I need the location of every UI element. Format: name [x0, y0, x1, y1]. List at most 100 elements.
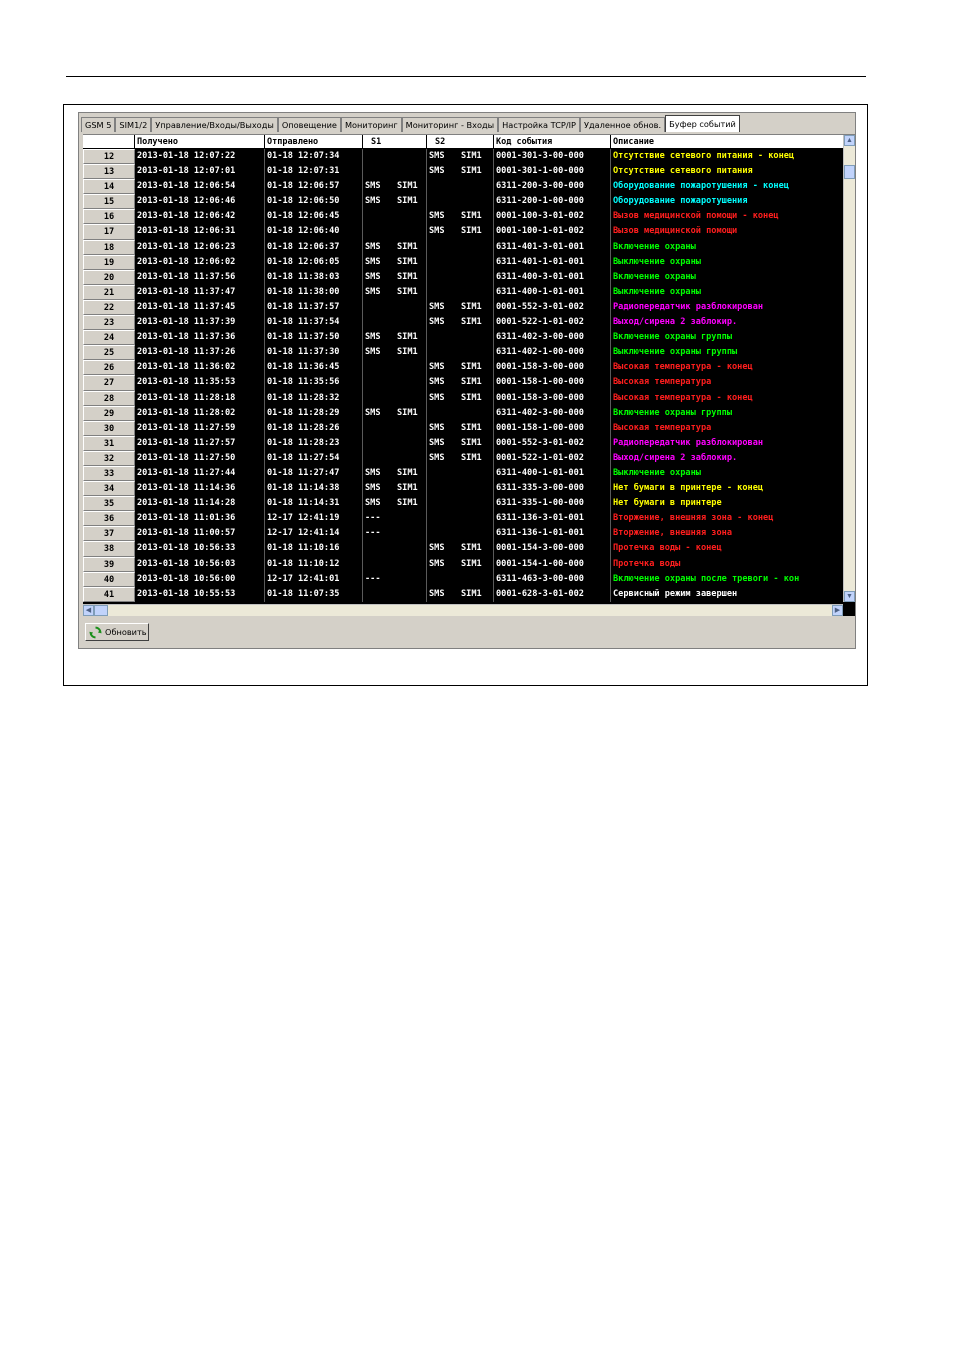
- tab-0[interactable]: GSM 5: [81, 117, 116, 132]
- description-cell: Выключение охраны: [613, 467, 701, 478]
- s2-cell: [427, 194, 494, 210]
- description-cell: Сервисный режим завершен: [613, 588, 738, 599]
- event-code-cell: 0001-552-3-01-002: [494, 299, 611, 316]
- table-row[interactable]: 15 2013-01-18 12:06:46 01-18 12:06:50 SMS SI…: [83, 194, 843, 210]
- table-row[interactable]: 30 2013-01-18 11:27:59 01-18 11:28:26 SMS SI…: [83, 420, 843, 436]
- event-code-cell: 6311-335-3-00-000: [494, 481, 611, 497]
- table-row[interactable]: 21 2013-01-18 11:37:47 01-18 11:38:00 SMS SI…: [83, 284, 843, 300]
- table-row[interactable]: 35 2013-01-18 11:14:28 01-18 11:14:31 SMS SI…: [83, 496, 843, 512]
- scroll-left-arrow-icon[interactable]: ◀: [83, 605, 94, 616]
- table-row[interactable]: 12 2013-01-18 12:07:22 01-18 12:07:34 SMS SI…: [83, 149, 843, 165]
- header-s2[interactable]: S2: [427, 135, 494, 149]
- refresh-button[interactable]: Обновить: [85, 623, 149, 641]
- table-row[interactable]: 36 2013-01-18 11:01:36 12-17 12:41:19 --- 63…: [83, 511, 843, 527]
- s1-cell: [363, 375, 427, 391]
- table-row[interactable]: 39 2013-01-18 10:56:03 01-18 11:10:12 SMS SI…: [83, 556, 843, 572]
- scroll-down-arrow-icon[interactable]: ▼: [844, 591, 855, 602]
- header-event-code[interactable]: Код события: [494, 135, 611, 149]
- table-row[interactable]: 27 2013-01-18 11:35:53 01-18 11:35:56 SMS SI…: [83, 375, 843, 391]
- table-row[interactable]: 23 2013-01-18 11:37:39 01-18 11:37:54 SMS SI…: [83, 315, 843, 331]
- s1-channel: SMS: [365, 467, 381, 478]
- header-row-number[interactable]: [83, 135, 135, 149]
- header-s1[interactable]: S1: [363, 135, 427, 149]
- s2-cell: SMS SIM1: [427, 360, 494, 376]
- table-row[interactable]: 28 2013-01-18 11:28:18 01-18 11:28:32 SMS SI…: [83, 390, 843, 406]
- s2-channel: SMS: [429, 437, 445, 448]
- table-row[interactable]: 31 2013-01-18 11:27:57 01-18 11:28:23 SMS SI…: [83, 435, 843, 451]
- header-received[interactable]: Получено: [135, 135, 265, 149]
- scroll-up-arrow-icon[interactable]: ▲: [844, 135, 855, 146]
- table-row[interactable]: 17 2013-01-18 12:06:31 01-18 12:06:40 SMS SI…: [83, 224, 843, 240]
- table-row[interactable]: 13 2013-01-18 12:07:01 01-18 12:07:31 SMS SI…: [83, 164, 843, 180]
- s1-sim: SIM1: [397, 241, 418, 252]
- header-sent[interactable]: Отправлено: [265, 135, 363, 149]
- received-cell: 2013-01-18 10:55:53: [135, 586, 265, 602]
- table-row[interactable]: 16 2013-01-18 12:06:42 01-18 12:06:45 SMS SI…: [83, 209, 843, 225]
- received-cell: 2013-01-18 11:00:57: [135, 526, 265, 542]
- s1-channel: ---: [365, 513, 381, 524]
- event-code-cell: 0001-301-1-00-000: [494, 164, 611, 180]
- sent-cell: 12-17 12:41:19: [265, 511, 363, 527]
- table-row[interactable]: 33 2013-01-18 11:27:44 01-18 11:27:47 SMS SI…: [83, 465, 843, 482]
- tab-3[interactable]: Оповещение: [277, 117, 341, 132]
- tab-2[interactable]: Управление/Входы/Выходы: [151, 117, 278, 132]
- table-row[interactable]: 25 2013-01-18 11:37:26 01-18 11:37:30 SMS SI…: [83, 345, 843, 361]
- s1-cell: [363, 315, 427, 331]
- s1-sim: SIM1: [397, 256, 418, 267]
- row-number: 38: [83, 541, 135, 557]
- table-row[interactable]: 24 2013-01-18 11:37:36 01-18 11:37:50 SMS SI…: [83, 330, 843, 346]
- row-number: 21: [83, 284, 135, 300]
- scroll-right-arrow-icon[interactable]: ▶: [832, 605, 843, 616]
- table-row[interactable]: 14 2013-01-18 12:06:54 01-18 12:06:57 SMS SI…: [83, 179, 843, 195]
- received-cell: 2013-01-18 11:37:26: [135, 345, 265, 361]
- table-row[interactable]: 41 2013-01-18 10:55:53 01-18 11:07:35 SMS SI…: [83, 586, 843, 602]
- received-cell: 2013-01-18 11:37:39: [135, 315, 265, 331]
- description-cell: Высокая температура - конец: [613, 362, 753, 373]
- tab-8[interactable]: Буфер событий: [665, 115, 740, 132]
- tab-7[interactable]: Удаленное обнов.: [579, 117, 666, 132]
- event-code-cell: 6311-401-3-01-001: [494, 239, 611, 255]
- tab-6[interactable]: Настройка TCP/IP: [498, 117, 580, 132]
- sent-cell: 01-18 12:06:50: [265, 194, 363, 210]
- horizontal-scrollbar[interactable]: ◀ ▶: [83, 604, 843, 616]
- tab-1[interactable]: SIM1/2: [115, 117, 152, 132]
- sent-cell: 01-18 11:28:32: [265, 390, 363, 406]
- s2-cell: [427, 345, 494, 361]
- tab-4[interactable]: Мониторинг: [340, 117, 402, 132]
- table-row[interactable]: 20 2013-01-18 11:37:56 01-18 11:38:03 SMS SI…: [83, 269, 843, 285]
- sent-cell: 01-18 11:35:56: [265, 375, 363, 391]
- event-code-cell: 0001-158-3-00-000: [494, 360, 611, 376]
- s2-channel: SMS: [429, 166, 445, 177]
- event-code-cell: 0001-628-3-01-002: [494, 586, 611, 602]
- table-row[interactable]: 29 2013-01-18 11:28:02 01-18 11:28:29 SMS SI…: [83, 405, 843, 421]
- table-row[interactable]: 19 2013-01-18 12:06:02 01-18 12:06:05 SMS SI…: [83, 254, 843, 270]
- header-description[interactable]: Описание: [611, 135, 843, 149]
- event-code-cell: 0001-522-1-01-002: [494, 450, 611, 466]
- received-cell: 2013-01-18 12:06:23: [135, 239, 265, 255]
- horizontal-scroll-thumb[interactable]: [94, 605, 108, 616]
- s1-cell: SMS SIM1: [363, 345, 427, 361]
- table-row[interactable]: 18 2013-01-18 12:06:23 01-18 12:06:37 SMS SI…: [83, 239, 843, 255]
- vertical-scroll-thumb[interactable]: [844, 165, 855, 179]
- vertical-scrollbar[interactable]: ▲ ▼: [843, 135, 855, 602]
- s2-channel: SMS: [429, 362, 445, 373]
- s2-channel: SMS: [429, 543, 445, 554]
- table-row[interactable]: 32 2013-01-18 11:27:50 01-18 11:27:54 SMS SI…: [83, 450, 843, 466]
- s2-sim: SIM1: [461, 226, 482, 237]
- description-cell: Включение охраны группы: [613, 407, 732, 418]
- table-row[interactable]: 40 2013-01-18 10:56:00 12-17 12:41:01 --- 63…: [83, 571, 843, 587]
- table-row[interactable]: 26 2013-01-18 11:36:02 01-18 11:36:45 SMS SI…: [83, 360, 843, 376]
- table-row[interactable]: 37 2013-01-18 11:00:57 12-17 12:41:14 --- 63…: [83, 526, 843, 542]
- table-row[interactable]: 34 2013-01-18 11:14:36 01-18 11:14:38 SMS SI…: [83, 481, 843, 497]
- s2-cell: SMS SIM1: [427, 375, 494, 391]
- row-number: 41: [83, 586, 135, 602]
- tab-5[interactable]: Мониторинг - Входы: [401, 117, 499, 132]
- table-row[interactable]: 22 2013-01-18 11:37:45 01-18 11:37:57 SMS SI…: [83, 299, 843, 316]
- s2-channel: SMS: [429, 317, 445, 328]
- table-row[interactable]: 38 2013-01-18 10:56:33 01-18 11:10:16 SMS SI…: [83, 541, 843, 557]
- sent-cell: 01-18 11:10:16: [265, 541, 363, 557]
- received-cell: 2013-01-18 11:27:57: [135, 435, 265, 451]
- row-number: 27: [83, 375, 135, 391]
- s1-cell: [363, 390, 427, 406]
- s1-cell: SMS SIM1: [363, 284, 427, 300]
